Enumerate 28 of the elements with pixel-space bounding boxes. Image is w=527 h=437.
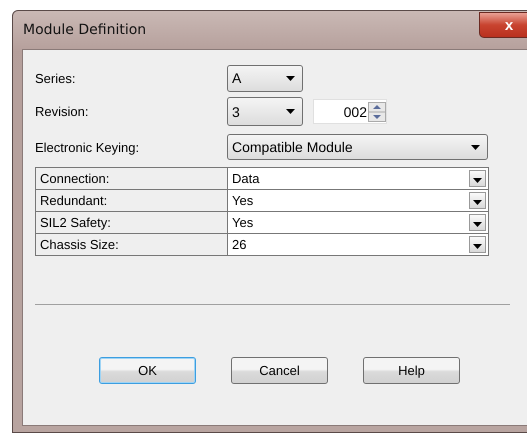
- dropdown-arrow-icon: [286, 109, 295, 114]
- dropdown-button[interactable]: [469, 214, 486, 231]
- window-title: Module Definition: [22, 22, 146, 38]
- spin-arrows-icon[interactable]: [368, 102, 386, 122]
- dropdown-button[interactable]: [469, 170, 486, 187]
- property-dropdown[interactable]: Yes: [228, 212, 488, 233]
- dialog-button[interactable]: Help: [363, 357, 460, 384]
- dropdown-arrow-icon: [473, 178, 482, 183]
- field-label: Series:: [35, 70, 76, 86]
- close-button[interactable]: x: [479, 12, 527, 38]
- revision-dropdown[interactable]: 3: [227, 97, 303, 126]
- field-label: Revision:: [35, 104, 90, 119]
- series-dropdown[interactable]: A: [227, 64, 303, 92]
- property-dropdown[interactable]: Yes: [228, 190, 488, 211]
- dropdown-button[interactable]: [469, 192, 486, 209]
- dropdown-arrow-icon: [473, 200, 482, 205]
- dialog-button[interactable]: OK: [99, 357, 196, 384]
- dialog-button[interactable]: Cancel: [231, 357, 328, 384]
- minor-revision-spinbox[interactable]: 002: [313, 99, 387, 124]
- keying-dropdown[interactable]: Compatible Module: [227, 134, 488, 160]
- dropdown-arrow-icon: [471, 144, 480, 150]
- field-label: Electronic Keying:: [35, 140, 140, 154]
- dropdown-arrow-icon: [473, 222, 482, 227]
- dropdown-arrow-icon: [473, 244, 482, 249]
- property-dropdown[interactable]: 26: [228, 234, 488, 255]
- property-dropdown[interactable]: Data: [228, 168, 488, 189]
- dropdown-arrow-icon: [286, 76, 295, 80]
- dropdown-button[interactable]: [469, 236, 486, 253]
